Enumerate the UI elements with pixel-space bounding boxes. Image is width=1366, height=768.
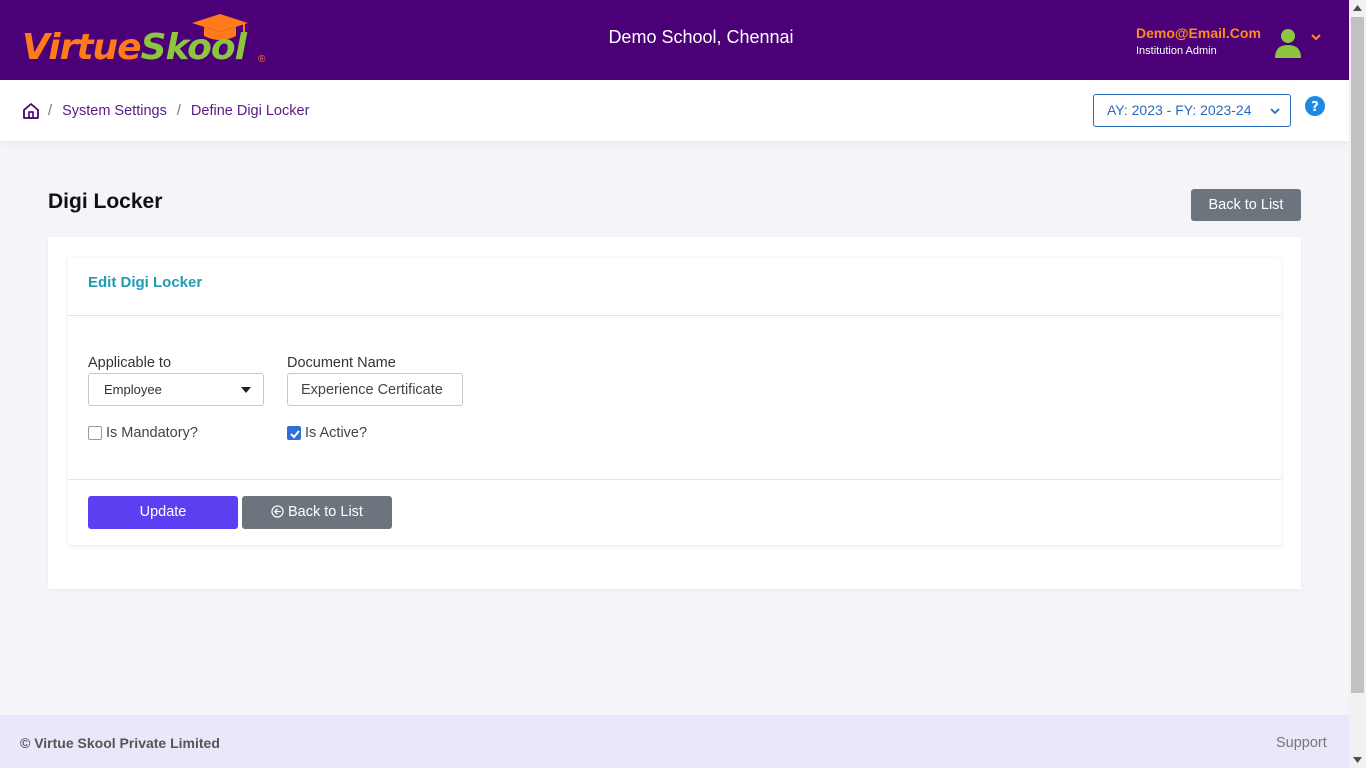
breadcrumb-separator: / (176, 103, 181, 119)
school-name: Demo School, Chennai (608, 27, 794, 47)
applicable-to-label: Applicable to (88, 355, 172, 371)
chevron-down-icon (1270, 108, 1280, 115)
card-title: Edit Digi Locker (88, 274, 203, 291)
virtueskool-logo[interactable]: VirtueSkool ® (22, 14, 272, 68)
user-avatar-icon[interactable] (1274, 26, 1302, 60)
footer-copyright: © Virtue Skool Private Limited (20, 735, 220, 751)
logo-virtue: Virtue (22, 27, 142, 68)
is-mandatory-label[interactable]: Is Mandatory? (106, 424, 198, 442)
card-divider (68, 479, 1281, 480)
applicable-to-select[interactable]: Employee (88, 373, 264, 406)
breadcrumb-system-settings[interactable]: System Settings (62, 103, 167, 119)
applicable-to-value: Employee (104, 382, 162, 397)
footer: © Virtue Skool Private Limited Support (0, 715, 1349, 768)
home-icon[interactable] (22, 102, 40, 120)
logo-wordmark: VirtueSkool (22, 27, 247, 68)
scrollbar-thumb[interactable] (1351, 17, 1364, 693)
content-card: Edit Digi Locker Applicable to Employee … (48, 237, 1301, 589)
academic-year-value: AY: 2023 - FY: 2023-24 (1107, 102, 1252, 118)
scroll-down-arrow-icon[interactable] (1353, 757, 1362, 763)
user-email[interactable]: Demo@Email.Com (1136, 24, 1261, 42)
form-back-to-list-label: Back to List (288, 504, 363, 520)
help-icon[interactable]: ? (1305, 96, 1325, 116)
edit-digi-locker-card: Edit Digi Locker Applicable to Employee … (68, 257, 1281, 545)
is-active-checkbox[interactable] (287, 426, 301, 440)
arrow-left-circle-icon (271, 505, 284, 518)
logo-registered-mark: ® (258, 54, 266, 65)
update-button[interactable]: Update (88, 496, 238, 529)
top-navbar: VirtueSkool ® Demo School, Chennai Demo@… (0, 0, 1349, 80)
svg-text:?: ? (1311, 100, 1319, 115)
card-divider (68, 315, 1281, 316)
form-back-to-list-button[interactable]: Back to List (242, 496, 392, 529)
back-to-list-button[interactable]: Back to List (1191, 189, 1301, 221)
footer-support-link[interactable]: Support (1276, 734, 1327, 752)
breadcrumb-define-digi-locker[interactable]: Define Digi Locker (191, 103, 309, 119)
scroll-up-arrow-icon[interactable] (1353, 5, 1362, 11)
page-root: VirtueSkool ® Demo School, Chennai Demo@… (0, 0, 1349, 768)
document-name-input[interactable] (287, 373, 463, 406)
chevron-down-icon[interactable] (1310, 32, 1322, 42)
academic-year-select[interactable]: AY: 2023 - FY: 2023-24 (1093, 94, 1291, 127)
caret-down-icon (241, 387, 251, 393)
user-role: Institution Admin (1136, 45, 1217, 57)
checkmark-icon (290, 430, 300, 439)
breadcrumb-separator: / (48, 103, 53, 119)
document-name-label: Document Name (287, 355, 396, 371)
is-mandatory-checkbox[interactable] (88, 426, 102, 440)
vertical-scrollbar[interactable] (1349, 0, 1366, 768)
breadcrumb-bar: / System Settings / Define Digi Locker A… (0, 80, 1349, 141)
is-active-label[interactable]: Is Active? (305, 424, 367, 442)
logo-skool: Skool (140, 27, 247, 68)
page-title: Digi Locker (48, 190, 163, 213)
breadcrumb: / System Settings / Define Digi Locker (48, 102, 309, 120)
